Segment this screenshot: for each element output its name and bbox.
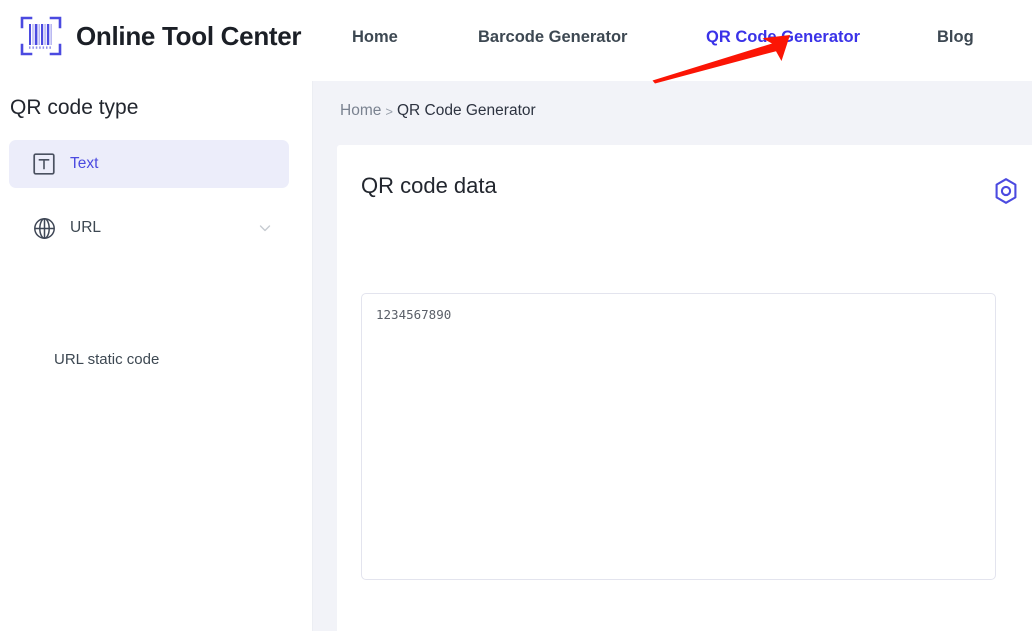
- sidebar-subitem-url-static-code[interactable]: URL static code: [54, 351, 159, 368]
- site-header: Online Tool Center Home Barcode Generato…: [0, 0, 1032, 81]
- sidebar-item-text[interactable]: Text: [9, 140, 289, 188]
- breadcrumb-separator: >: [385, 103, 393, 119]
- sidebar-title: QR code type: [10, 96, 139, 119]
- globe-icon: [32, 216, 56, 240]
- brand-title: Online Tool Center: [76, 20, 302, 51]
- main-navigation: Home Barcode Generator QR Code Generator…: [330, 0, 1032, 81]
- card-heading: QR code data: [361, 173, 497, 198]
- chevron-down-icon[interactable]: [258, 221, 272, 235]
- nav-item-qr-code-generator[interactable]: QR Code Generator: [706, 28, 860, 47]
- sidebar-item-text-label: Text: [70, 155, 99, 172]
- brand[interactable]: Online Tool Center: [18, 13, 302, 59]
- nav-item-home[interactable]: Home: [352, 28, 398, 47]
- qr-code-data-card: QR code data: [337, 145, 1032, 631]
- page-root: Online Tool Center Home Barcode Generato…: [0, 0, 1032, 631]
- breadcrumb-home[interactable]: Home: [340, 102, 381, 120]
- barcode-scan-icon: [18, 13, 64, 59]
- content-area: Home > QR Code Generator QR code data: [313, 81, 1032, 631]
- sidebar-item-url-label: URL: [70, 219, 102, 236]
- sidebar: QR code type Text URL URL static code: [0, 81, 313, 631]
- breadcrumb-current: QR Code Generator: [396, 102, 536, 119]
- nav-item-blog[interactable]: Blog: [937, 28, 974, 47]
- text-box-icon: [32, 152, 56, 176]
- hexagon-target-icon[interactable]: [992, 177, 1020, 205]
- sidebar-item-url[interactable]: URL: [9, 204, 289, 252]
- breadcrumb: Home > QR Code Generator: [340, 102, 536, 120]
- qr-code-data-input[interactable]: [361, 293, 996, 580]
- nav-item-barcode-generator[interactable]: Barcode Generator: [478, 28, 627, 47]
